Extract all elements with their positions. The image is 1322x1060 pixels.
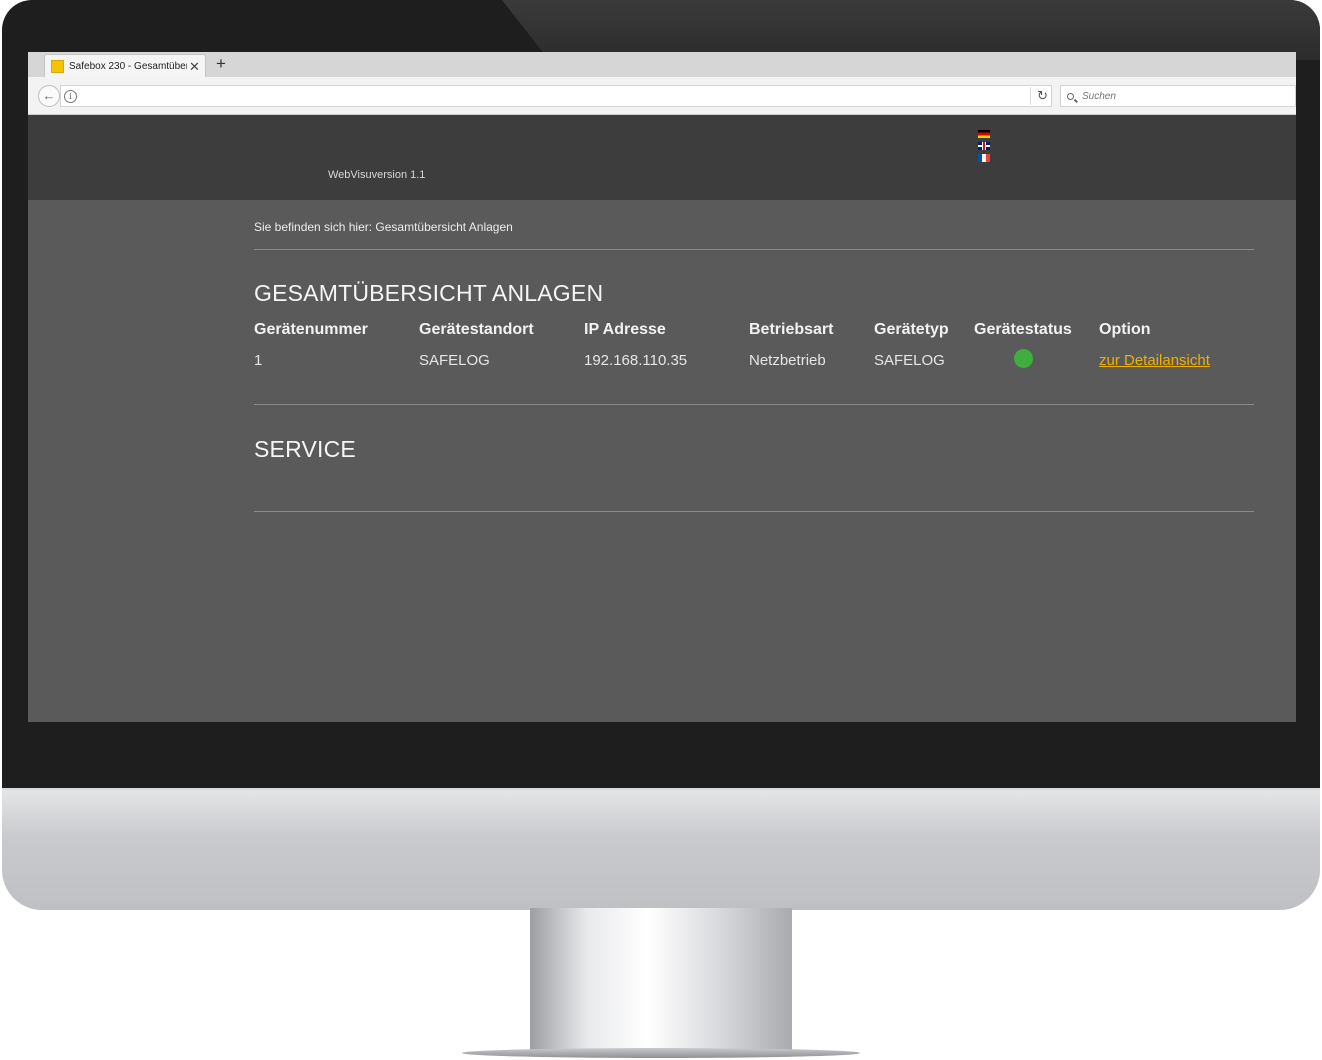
column-header-location: Gerätestandort (419, 321, 534, 338)
column-header-ip: IP Adresse (584, 321, 666, 338)
tab-title: Safebox 230 - Gesamtübersicht Anlagen (69, 60, 187, 72)
column-header-option: Option (1099, 321, 1151, 338)
cell-type: SAFELOG (874, 352, 945, 369)
cell-ip: 192.168.110.35 (584, 352, 688, 369)
search-bar[interactable] (1060, 85, 1296, 107)
breadcrumb: Sie befinden sich hier: Gesamtübersicht … (254, 220, 513, 234)
monitor-chin (2, 788, 1320, 910)
monitor-stand-base (462, 1048, 860, 1058)
divider (254, 249, 1254, 250)
column-header-type: Gerätetyp (874, 321, 949, 338)
language-selector (978, 130, 991, 166)
new-tab-button[interactable]: + (216, 55, 226, 73)
overview-title: GESAMTÜBERSICHT ANLAGEN (254, 280, 604, 306)
bezel-reflection (502, 0, 1320, 60)
back-arrow-icon[interactable]: ← (38, 85, 60, 107)
close-tab-icon[interactable]: ✕ (189, 60, 200, 73)
service-title: SERVICE (254, 436, 356, 462)
page-header: WebVisuversion 1.1 (28, 115, 1296, 200)
reload-icon[interactable]: ↻ (1030, 87, 1048, 105)
detail-view-link[interactable]: zur Detailansicht (1099, 352, 1210, 369)
divider (254, 511, 1254, 512)
cell-number: 1 (254, 352, 263, 369)
status-indicator-icon (1014, 349, 1033, 368)
search-icon (1067, 92, 1074, 100)
search-input[interactable] (1082, 90, 1272, 102)
flag-de-icon[interactable] (978, 130, 990, 138)
column-header-mode: Betriebsart (749, 321, 834, 338)
flag-fr-icon[interactable] (978, 154, 990, 162)
screen: Safebox 230 - Gesamtübersicht Anlagen ✕ … (28, 52, 1296, 722)
tab-bar: Safebox 230 - Gesamtübersicht Anlagen ✕ … (28, 52, 1296, 77)
cell-mode: Netzbetrieb (749, 352, 826, 369)
column-header-number: Gerätenummer (254, 321, 368, 338)
cell-location: SAFELOG (419, 352, 490, 369)
monitor-stand (530, 908, 792, 1050)
url-bar[interactable]: i ↻ (60, 85, 1052, 107)
favicon-icon (51, 59, 64, 73)
column-header-status: Gerätestatus (974, 321, 1072, 338)
navigation-bar: ← i ↻ (28, 77, 1296, 115)
flag-uk-icon[interactable] (978, 142, 990, 150)
browser-tab[interactable]: Safebox 230 - Gesamtübersicht Anlagen ✕ (44, 54, 206, 77)
divider (254, 404, 1254, 405)
version-label: WebVisuversion 1.1 (328, 169, 426, 181)
info-icon[interactable]: i (64, 90, 77, 103)
